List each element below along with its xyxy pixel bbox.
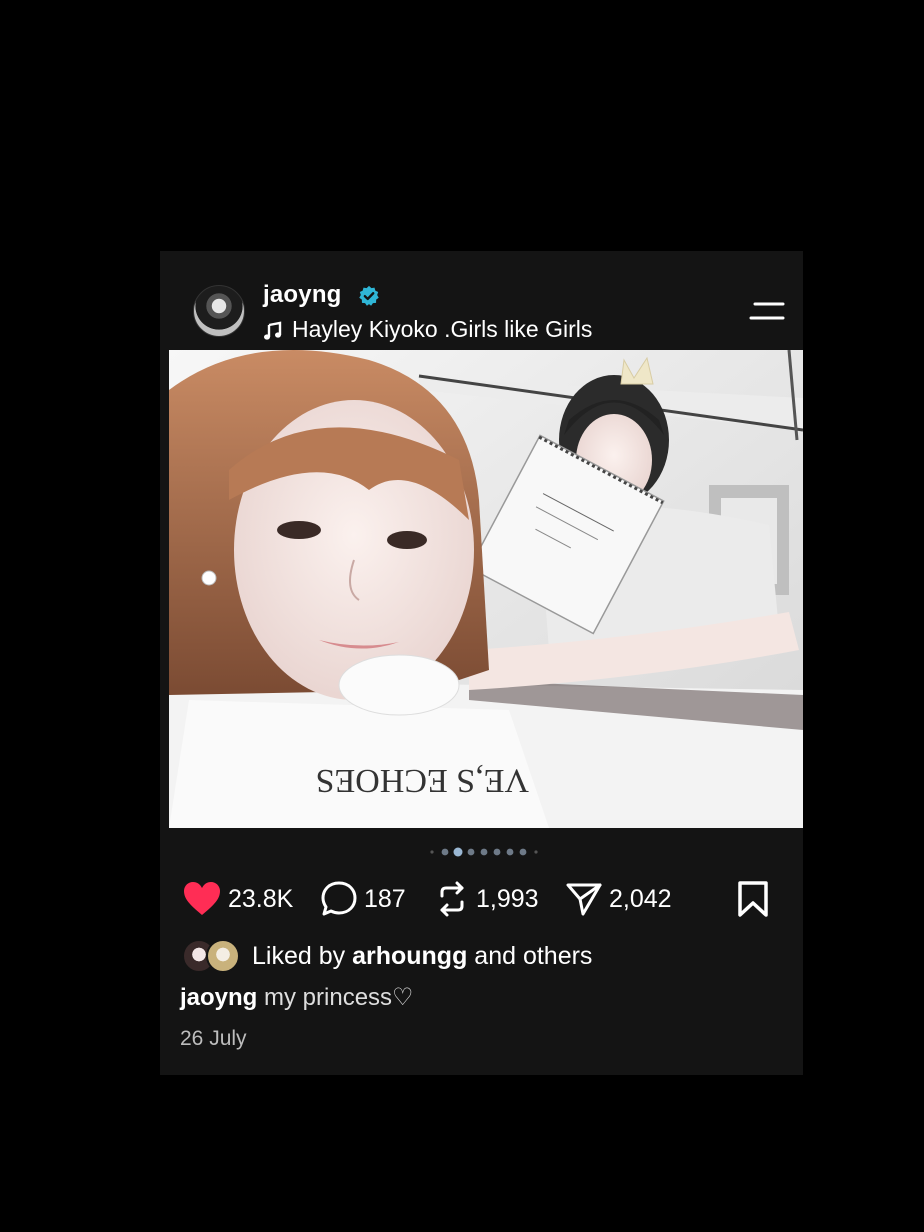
share-count: 2,042 <box>609 884 672 913</box>
liker-avatars <box>182 939 242 973</box>
caption-username[interactable]: jaoyng <box>180 984 257 1011</box>
like-count: 23.8K <box>228 884 294 913</box>
carousel-dot-active <box>453 847 463 857</box>
comment-count: 187 <box>364 884 406 913</box>
post-card: jaoyng Hayley Kiyoko .Girls like Girls V… <box>160 251 803 1075</box>
svg-text:VE,S ECHOES: VE,S ECHOES <box>316 762 529 799</box>
repost-button[interactable]: 1,993 <box>434 873 539 925</box>
liked-by-row[interactable]: Liked by arhoungg and others <box>182 937 782 977</box>
heart-icon <box>184 882 220 915</box>
post-date: 26 July <box>180 1027 247 1050</box>
carousel-dot <box>480 848 488 856</box>
send-icon <box>566 883 602 916</box>
liked-by-prefix: Liked by <box>252 942 346 970</box>
comment-button[interactable]: 187 <box>320 873 406 925</box>
caption-text: my princess♡ <box>264 984 414 1011</box>
post-photo[interactable]: VE,S ECHOES <box>169 350 803 828</box>
bookmark-icon <box>738 881 768 917</box>
liked-by-user[interactable]: arhoungg <box>352 942 467 970</box>
action-bar: 23.8K 187 1,993 2,042 <box>160 873 803 925</box>
carousel-dot <box>493 848 501 856</box>
post-caption: jaoyng my princess♡ <box>180 983 414 1012</box>
carousel-dot <box>441 848 449 856</box>
save-button[interactable] <box>736 873 770 925</box>
carousel-dot <box>430 850 434 854</box>
like-button[interactable]: 23.8K <box>182 873 293 925</box>
song-label[interactable]: Hayley Kiyoko .Girls like Girls <box>292 316 592 343</box>
photo-illustration: VE,S ECHOES <box>169 350 803 828</box>
profile-avatar[interactable] <box>193 285 245 337</box>
carousel-dot <box>467 848 475 856</box>
carousel-dot <box>534 850 538 854</box>
verified-badge-icon <box>359 285 379 306</box>
liked-by-text: Liked by arhoungg and others <box>252 942 592 971</box>
liked-by-suffix: and others <box>474 942 593 970</box>
liker-avatar <box>206 939 240 973</box>
carousel-dot <box>519 848 527 856</box>
post-header: jaoyng Hayley Kiyoko .Girls like Girls <box>160 251 803 350</box>
share-button[interactable]: 2,042 <box>565 873 672 925</box>
repost-icon <box>440 881 464 917</box>
menu-lines-icon[interactable] <box>749 301 785 323</box>
music-note-icon <box>264 321 282 340</box>
repost-count: 1,993 <box>476 884 539 913</box>
carousel-indicator <box>430 847 538 857</box>
carousel-dot <box>506 848 514 856</box>
comment-bubble-icon <box>321 881 357 916</box>
post-username[interactable]: jaoyng <box>263 281 342 309</box>
